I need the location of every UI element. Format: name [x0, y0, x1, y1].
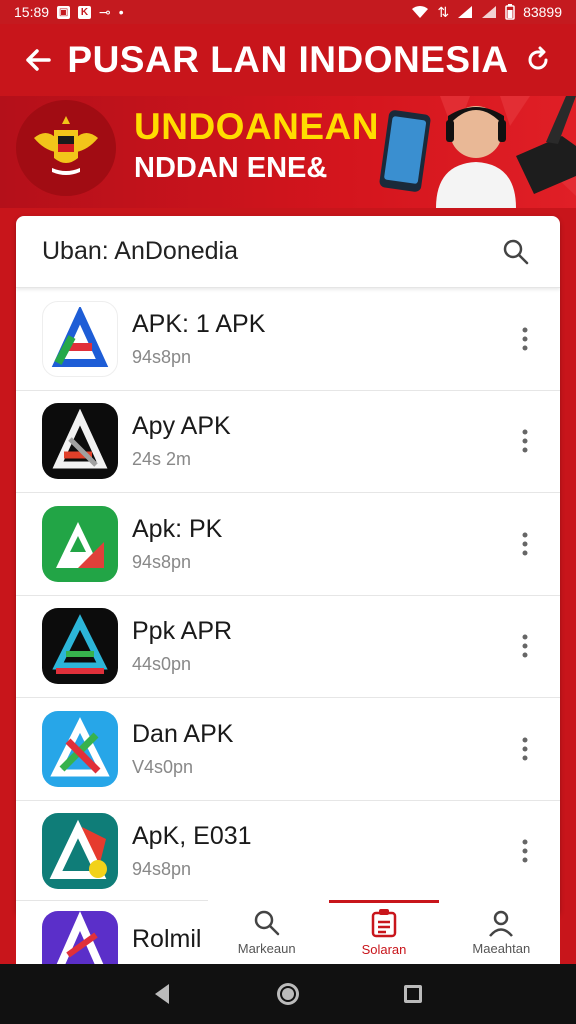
refresh-button[interactable]	[518, 40, 558, 80]
banner-person-image	[379, 96, 576, 208]
app-bar: PUSAR LAN INDONESIA	[0, 24, 576, 96]
garuda-emblem-icon	[16, 100, 116, 196]
list-item[interactable]: APK: 1 APK 94s8pn	[16, 288, 560, 391]
app-meta: V4s0pn	[132, 756, 194, 777]
app-name: APK: 1 APK	[132, 309, 266, 338]
notification-icon: ▣	[57, 5, 71, 19]
key-icon: ⊸	[99, 3, 111, 20]
battery-text: 83899	[523, 4, 562, 20]
notification-icon-k: K	[78, 5, 92, 19]
app-meta: 24s 2m	[132, 449, 192, 470]
status-bar: 15:89 ▣ K ⊸ • ⇅ 83899	[0, 0, 576, 24]
apk-logo-icon	[42, 403, 118, 480]
status-left: 15:89 ▣ K ⊸ •	[14, 4, 124, 21]
triangle-back-icon	[154, 984, 169, 1004]
app-list: APK: 1 APK 94s8pn Apy APK 24s 2m Apk: PK…	[16, 288, 560, 903]
apk-logo-icon	[42, 813, 118, 890]
app-name: Apk: PK	[132, 514, 223, 543]
app-name: Rolmil	[132, 925, 202, 953]
app-meta: 94s8pn	[132, 551, 192, 572]
more-options-button[interactable]	[508, 831, 542, 871]
search-bar[interactable]: Uban: AnDonedia	[16, 216, 560, 288]
list-item[interactable]: Ppk APR 44s0pn	[16, 596, 560, 698]
search-button[interactable]	[496, 232, 536, 272]
more-options-button[interactable]	[508, 319, 542, 359]
back-button[interactable]	[18, 40, 58, 80]
results-card: Uban: AnDonedia APK: 1 APK 94s8pn Apy AP…	[16, 216, 560, 916]
app-name: Apy APK	[132, 412, 231, 441]
nav-item-search[interactable]: Markeaun	[208, 900, 325, 964]
search-input[interactable]: Uban: AnDonedia	[42, 237, 496, 266]
status-right: ⇅ 83899	[411, 4, 562, 21]
system-navigation-bar	[0, 964, 576, 1024]
more-vert-icon	[522, 634, 528, 658]
apk-logo-icon	[42, 300, 118, 377]
nav-label: Markeaun	[237, 940, 296, 956]
more-options-button[interactable]	[508, 729, 542, 769]
nav-item-list[interactable]: Solaran	[325, 900, 442, 964]
circle-home-icon	[276, 983, 299, 1005]
status-time: 15:89	[14, 4, 50, 20]
app-name: Ppk APR	[132, 617, 233, 646]
list-item[interactable]: ApK, E031 94s8pn	[16, 801, 560, 903]
refresh-icon	[528, 46, 548, 70]
more-vert-icon	[522, 532, 528, 556]
square-recents-icon	[404, 985, 423, 1003]
app-name: ApK, E031	[132, 822, 252, 851]
data-icon: ⇅	[437, 3, 450, 20]
list-item[interactable]: Apk: PK 94s8pn	[16, 493, 560, 596]
app-meta: 94s8pn	[132, 859, 192, 880]
signal-icon-2	[482, 6, 497, 18]
system-home-button[interactable]	[268, 974, 308, 1014]
bottom-navigation: Markeaun Solaran Maeahtan	[208, 900, 560, 964]
person-icon	[489, 910, 514, 937]
dot-icon: •	[118, 4, 124, 20]
apk-logo-icon	[42, 608, 118, 685]
signal-icon	[458, 6, 473, 18]
system-recents-button[interactable]	[393, 974, 433, 1014]
battery-icon	[505, 4, 515, 20]
apk-logo-icon	[42, 911, 118, 965]
search-icon	[254, 910, 279, 935]
more-options-button[interactable]	[508, 626, 542, 666]
apk-logo-icon	[42, 505, 118, 582]
nav-item-profile[interactable]: Maeahtan	[443, 900, 560, 964]
wifi-icon	[412, 5, 429, 18]
search-icon	[503, 239, 529, 264]
more-options-button[interactable]	[508, 524, 542, 564]
app-name: Dan APK	[132, 719, 234, 748]
more-options-button[interactable]	[508, 421, 542, 461]
more-vert-icon	[522, 737, 528, 761]
app-meta: 94s8pn	[132, 346, 192, 367]
banner-subheadline: NDDAN ENE&	[134, 152, 328, 184]
more-vert-icon	[522, 429, 528, 453]
more-vert-icon	[522, 839, 528, 863]
list-doc-icon	[371, 908, 397, 937]
list-item[interactable]: Apy APK 24s 2m	[16, 391, 560, 493]
apk-logo-icon	[42, 710, 118, 787]
list-item[interactable]: Dan APK V4s0pn	[16, 698, 560, 801]
promo-banner[interactable]: UNDOANEAN NDDAN ENE&	[0, 96, 576, 208]
nav-label: Solaran	[361, 941, 407, 957]
banner-headline: UNDOANEAN	[134, 106, 379, 147]
more-vert-icon	[522, 327, 528, 351]
page-title: PUSAR LAN INDONESIA	[67, 39, 509, 80]
app-meta: 44s0pn	[132, 654, 192, 675]
nav-label: Maeahtan	[472, 940, 531, 956]
system-back-button[interactable]	[143, 974, 183, 1014]
arrow-left-icon	[26, 49, 51, 71]
